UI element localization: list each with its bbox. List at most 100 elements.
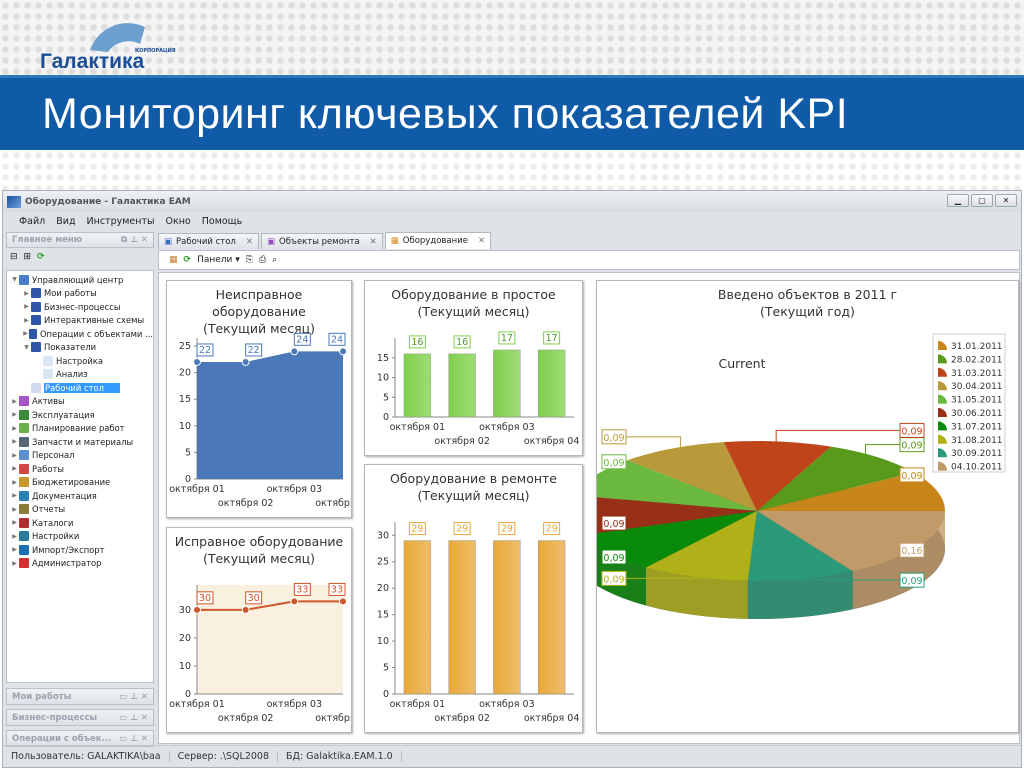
y-tick-label: 10 — [377, 636, 389, 647]
export-icon[interactable]: ⎘ — [246, 255, 253, 265]
menu-tools[interactable]: Инструменты — [87, 216, 155, 227]
expand-arrow-icon[interactable]: ▼ — [22, 344, 31, 351]
expand-arrow-icon[interactable]: ▶ — [10, 438, 19, 445]
panels-dropdown[interactable]: Панели ▾ — [197, 255, 240, 265]
tree-node-icon — [19, 423, 29, 434]
expand-arrow-icon[interactable]: ▶ — [22, 303, 31, 310]
tree-item[interactable]: ▶ Интерактивные схемы — [7, 314, 153, 328]
x-tick-label: октября 04 — [315, 498, 351, 509]
x-tick-label: октября 01 — [390, 422, 446, 433]
expand-arrow-icon[interactable]: ▶ — [10, 465, 19, 472]
tree-node-icon — [19, 274, 29, 285]
app-icon — [7, 195, 21, 208]
tree-item[interactable]: ▶ Запчасти и материалы — [7, 435, 153, 449]
tree-item[interactable]: ▶ Бюджетирование — [7, 476, 153, 490]
tree-item-label: Каталоги — [32, 517, 74, 528]
tree-item[interactable]: ▶ Импорт/Экспорт — [7, 543, 153, 557]
slide-title: Мониторинг ключевых показателей KPI — [42, 90, 849, 138]
chart-svg: Current 0,09 0,09 0,09 0,09 0,09 0,09 0,09 0,09 0… — [597, 333, 1006, 619]
tree-item[interactable]: Анализ — [7, 368, 153, 382]
menu-file[interactable]: Файл — [19, 216, 45, 227]
collapse-all-icon[interactable]: ⊟ — [10, 252, 18, 262]
pane-controls-icon[interactable]: ▭ ⊥ ✕ — [119, 734, 148, 744]
tree-item-label: Мои работы — [44, 288, 97, 299]
refresh-icon[interactable]: ⟳ — [37, 252, 45, 262]
close-tab-icon[interactable]: ✕ — [370, 237, 377, 247]
pane-controls-icon[interactable]: ▭ ⊥ ✕ — [119, 692, 148, 702]
expand-arrow-icon[interactable]: ▶ — [10, 479, 19, 486]
menu-help[interactable]: Помощь — [202, 216, 242, 227]
expand-arrow-icon[interactable]: ▼ — [10, 276, 19, 283]
tree-item[interactable]: Рабочий стол — [7, 381, 153, 395]
tree-item[interactable]: ▶ Документация — [7, 489, 153, 503]
expand-arrow-icon[interactable]: ▶ — [22, 330, 29, 337]
expand-arrow-icon[interactable]: ▶ — [10, 560, 19, 567]
expand-arrow-icon[interactable]: ▶ — [10, 519, 19, 526]
print-icon[interactable]: ⎙ — [259, 255, 266, 265]
close-tab-icon[interactable]: ✕ — [246, 237, 253, 247]
tab-desktop[interactable]: ▣ Рабочий стол ✕ — [158, 233, 259, 249]
expand-arrow-icon[interactable]: ▶ — [10, 506, 19, 513]
bar — [493, 540, 521, 695]
close-tab-icon[interactable]: ✕ — [478, 236, 485, 246]
tree-item[interactable]: ▶ Работы — [7, 462, 153, 476]
tree-item[interactable]: ▶ Планирование работ — [7, 422, 153, 436]
tab-repair-objects[interactable]: ▣ Объекты ремонта ✕ — [260, 233, 383, 249]
pane-my-works[interactable]: Мои работы ▭ ⊥ ✕ — [6, 688, 154, 705]
expand-all-icon[interactable]: ⊞ — [24, 252, 32, 262]
tree-item[interactable]: Настройка — [7, 354, 153, 368]
minimize-button[interactable]: ▁ — [947, 194, 969, 207]
x-tick-label: октября 03 — [267, 484, 323, 495]
tree-node-icon — [19, 558, 29, 569]
data-label: 22 — [248, 345, 260, 356]
slice-label: 0,09 — [901, 426, 922, 437]
data-label: 29 — [546, 524, 558, 535]
data-point — [290, 597, 299, 606]
expand-arrow-icon[interactable]: ▶ — [22, 317, 31, 324]
tree-item-label: Настройка — [56, 355, 103, 366]
tree-item[interactable]: ▶ Активы — [7, 395, 153, 409]
data-label: 16 — [411, 337, 423, 348]
expand-arrow-icon[interactable]: ▶ — [10, 492, 19, 499]
menu-window[interactable]: Окно — [166, 216, 191, 227]
preview-icon[interactable]: ⌕ — [272, 255, 277, 265]
x-tick-label: октября 02 — [218, 498, 274, 509]
tree-item[interactable]: ▶ Персонал — [7, 449, 153, 463]
tree-item-label: Запчасти и материалы — [32, 436, 134, 447]
chart-title: Оборудование в ремонте — [390, 471, 557, 486]
data-point — [193, 605, 201, 614]
tree-item[interactable]: ▶ Бизнес-процессы — [7, 300, 153, 314]
data-label: 17 — [501, 333, 513, 344]
expand-arrow-icon[interactable]: ▶ — [10, 452, 19, 459]
maximize-button[interactable]: ▢ — [971, 194, 993, 207]
tree-item-label: Операции с объектами ... — [39, 328, 153, 339]
slice-label: 0,09 — [603, 519, 624, 530]
expand-arrow-icon[interactable]: ▶ — [10, 533, 19, 540]
dashboard-settings-icon[interactable]: ▦ — [169, 255, 178, 265]
data-point — [290, 347, 299, 356]
tree-item[interactable]: ▶ Эксплуатация — [7, 408, 153, 422]
tree-item[interactable]: ▶ Отчеты — [7, 503, 153, 517]
expand-arrow-icon[interactable]: ▶ — [22, 290, 31, 297]
bar — [403, 353, 432, 418]
pane-business-processes[interactable]: Бизнес-процессы ▭ ⊥ ✕ — [6, 709, 154, 726]
pane-label: Мои работы — [12, 691, 72, 702]
expand-arrow-icon[interactable]: ▶ — [10, 546, 19, 553]
pane-controls-icon[interactable]: ▭ ⊥ ✕ — [119, 713, 148, 723]
close-button[interactable]: ✕ — [995, 194, 1017, 207]
tree-item[interactable]: ▶ Настройки — [7, 530, 153, 544]
refresh-icon[interactable]: ⟳ — [184, 255, 192, 265]
tree-item[interactable]: ▶ Мои работы — [7, 287, 153, 301]
tree-item[interactable]: ▼ Показатели — [7, 341, 153, 355]
pane-controls-icon[interactable]: ⧉ ⊥ ✕ — [121, 235, 148, 245]
tree-item[interactable]: ▶ Каталоги — [7, 516, 153, 530]
chart-subtitle: (Текущий месяц) — [417, 304, 530, 319]
expand-arrow-icon[interactable]: ▶ — [10, 411, 19, 418]
tree-item[interactable]: ▶ Администратор — [7, 557, 153, 571]
expand-arrow-icon[interactable]: ▶ — [10, 425, 19, 432]
tree-item[interactable]: ▶ Операции с объектами ... — [7, 327, 153, 341]
expand-arrow-icon[interactable]: ▶ — [10, 398, 19, 405]
menu-view[interactable]: Вид — [56, 216, 75, 227]
tree-item[interactable]: ▼ Управляющий центр — [7, 273, 153, 287]
tab-equipment[interactable]: ▦ Оборудование ✕ — [384, 232, 492, 249]
